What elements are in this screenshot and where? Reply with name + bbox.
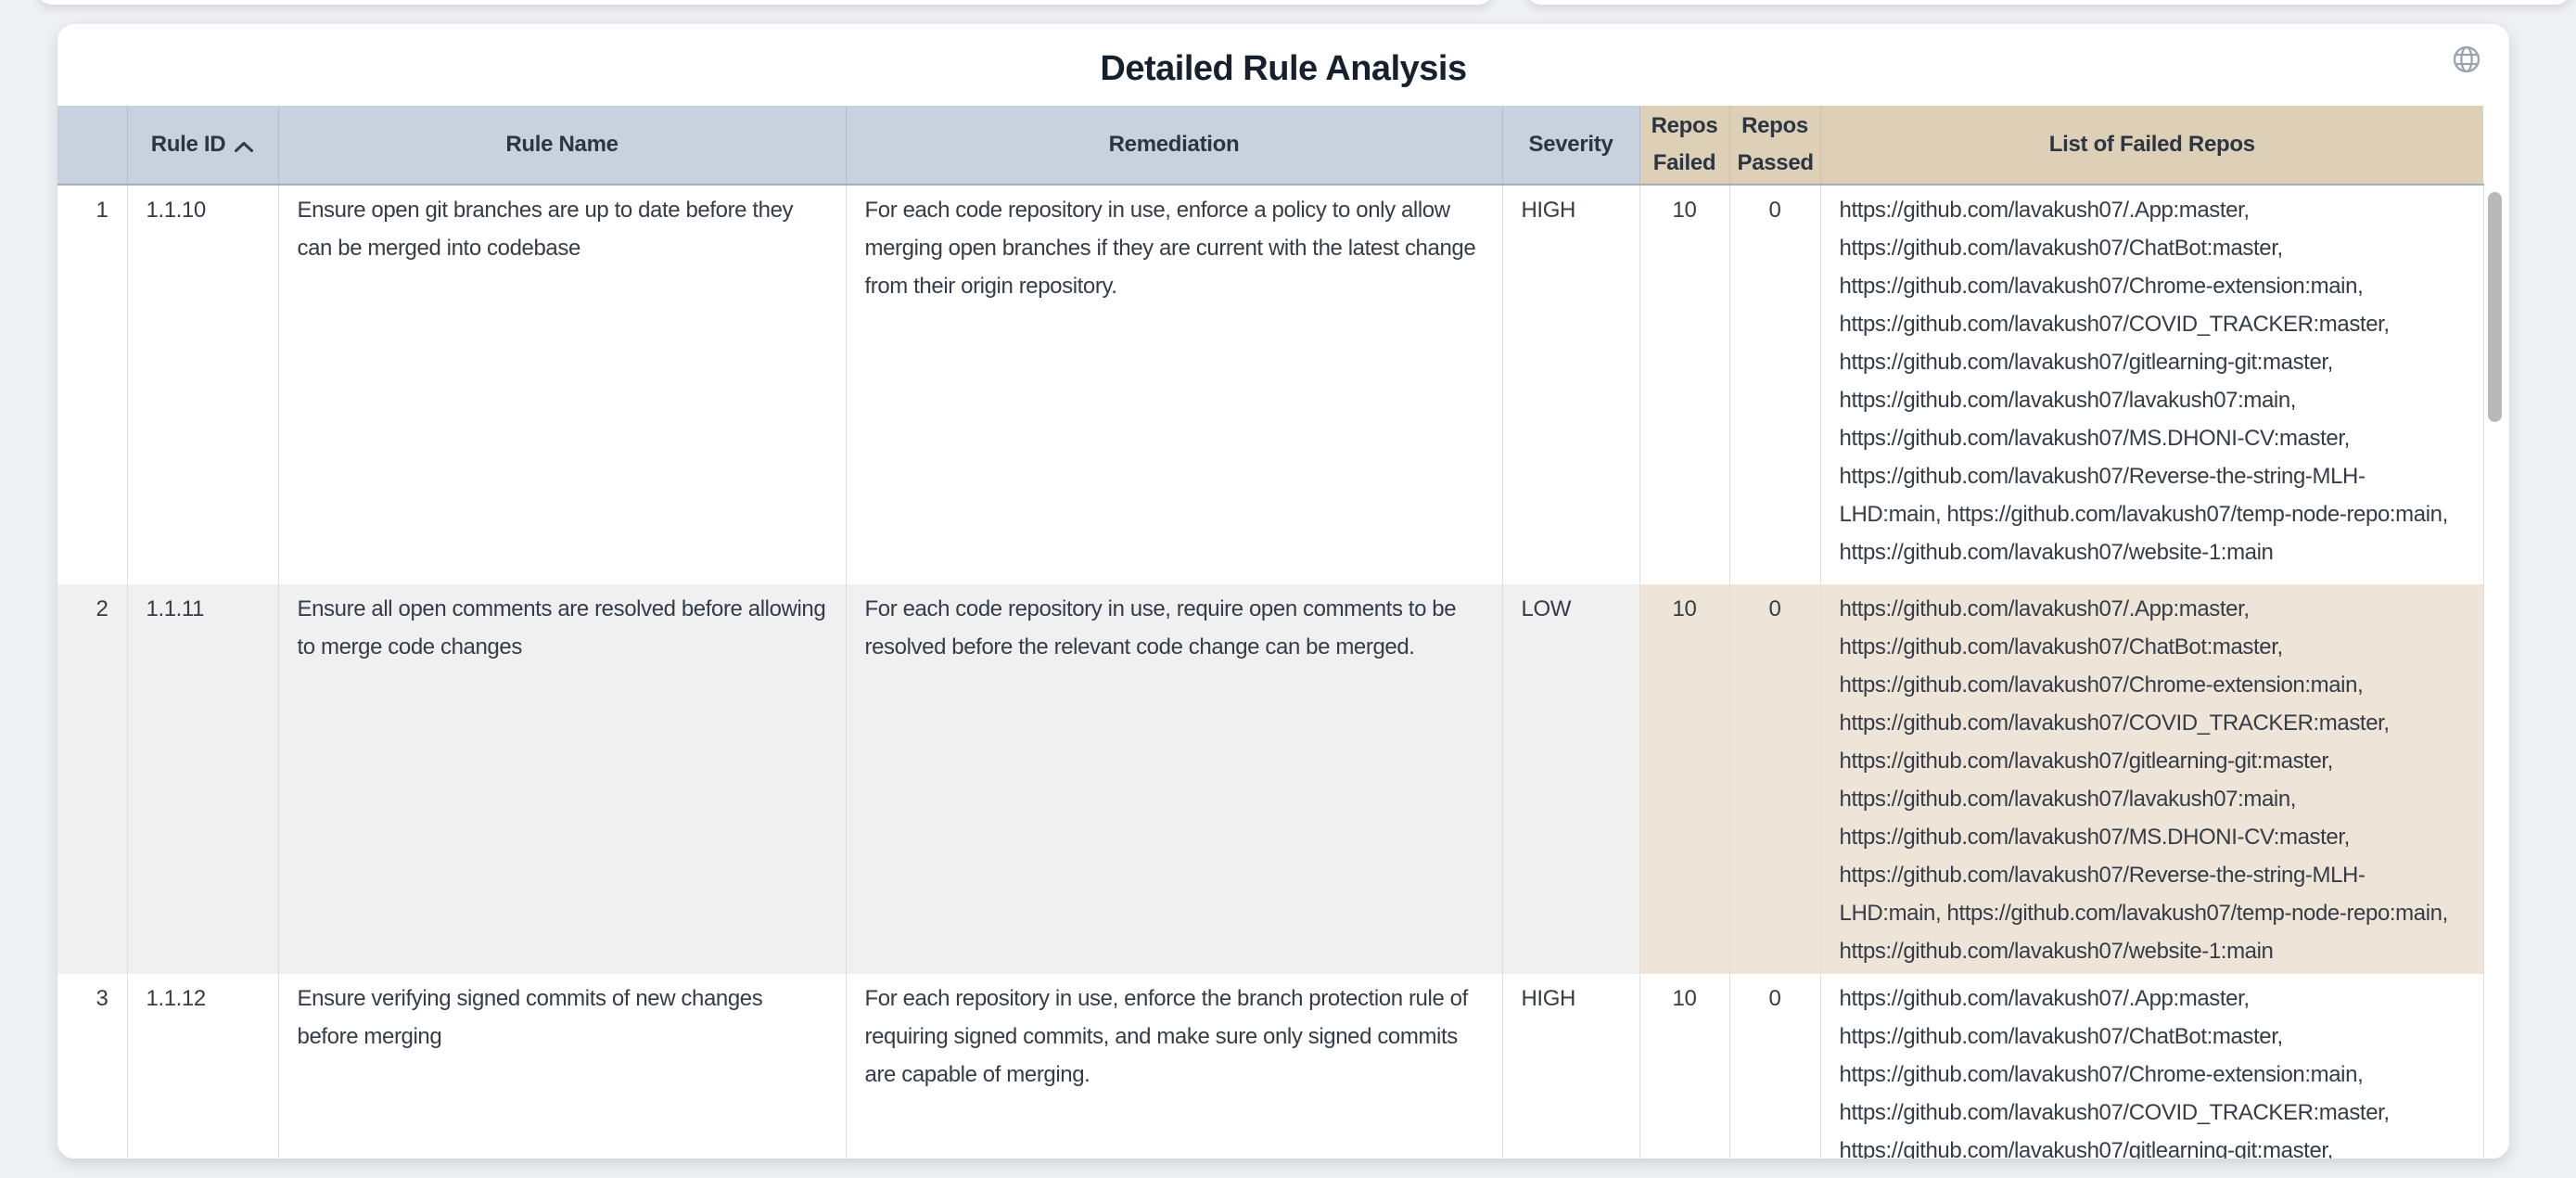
column-header-repos-failed[interactable]: Repos Failed [1639,106,1729,185]
failed-repos-cell: https://github.com/lavakush07/.App:maste… [1820,974,2483,1159]
repos-failed-cell: 10 [1639,185,1729,584]
column-header-rule-name[interactable]: Rule Name [278,106,846,185]
remediation-cell: For each code repository in use, require… [846,584,1502,974]
row-index-cell: 3 [57,974,127,1159]
rule-id-cell: 1.1.12 [127,974,278,1159]
sort-ascending-icon [234,128,254,165]
column-header-rule-id-label: Rule ID [151,126,226,163]
repos-failed-cell: 10 [1639,974,1729,1159]
detailed-rule-analysis-card: Detailed Rule Analysis Rule [57,24,2509,1159]
table-header-row: Rule ID Rule Name Remediation Severity R… [57,106,2483,185]
column-header-repos-passed[interactable]: Repos Passed [1729,106,1820,185]
table-row: 1 1.1.10 Ensure open git branches are up… [57,185,2483,584]
remediation-cell: For each repository in use, enforce the … [846,974,1502,1159]
rule-analysis-table: Rule ID Rule Name Remediation Severity R… [57,106,2484,1159]
severity-cell: LOW [1502,584,1639,974]
repos-passed-cell: 0 [1729,185,1820,584]
page: Detailed Rule Analysis Rule [0,0,2576,1178]
globe-icon[interactable] [2450,43,2483,76]
rule-name-cell: Ensure open git branches are up to date … [278,185,846,584]
repos-passed-cell: 0 [1729,974,1820,1159]
row-index-cell: 1 [57,185,127,584]
remediation-cell: For each code repository in use, enforce… [846,185,1502,584]
upper-card-left-bottom [37,0,1493,5]
table-row: 2 1.1.11 Ensure all open comments are re… [57,584,2483,974]
row-index-cell: 2 [57,584,127,974]
column-header-severity[interactable]: Severity [1502,106,1639,185]
rule-id-cell: 1.1.11 [127,584,278,974]
repos-failed-cell: 10 [1639,584,1729,974]
column-header-list-of-failed-repos[interactable]: List of Failed Repos [1820,106,2483,185]
page-title: Detailed Rule Analysis [57,46,2509,91]
failed-repos-cell: https://github.com/lavakush07/.App:maste… [1820,584,2483,974]
column-header-remediation[interactable]: Remediation [846,106,1502,185]
column-header-index [57,106,127,185]
repos-passed-cell: 0 [1729,584,1820,974]
vertical-scrollbar-thumb[interactable] [2488,192,2502,422]
table-row: 3 1.1.12 Ensure verifying signed commits… [57,974,2483,1159]
rule-name-cell: Ensure all open comments are resolved be… [278,584,846,974]
column-header-rule-id[interactable]: Rule ID [127,106,278,185]
rule-name-cell: Ensure verifying signed commits of new c… [278,974,846,1159]
severity-cell: HIGH [1502,185,1639,584]
severity-cell: HIGH [1502,974,1639,1159]
rule-id-cell: 1.1.10 [127,185,278,584]
upper-card-right-bottom [1526,0,2570,5]
failed-repos-cell: https://github.com/lavakush07/.App:maste… [1820,185,2483,584]
